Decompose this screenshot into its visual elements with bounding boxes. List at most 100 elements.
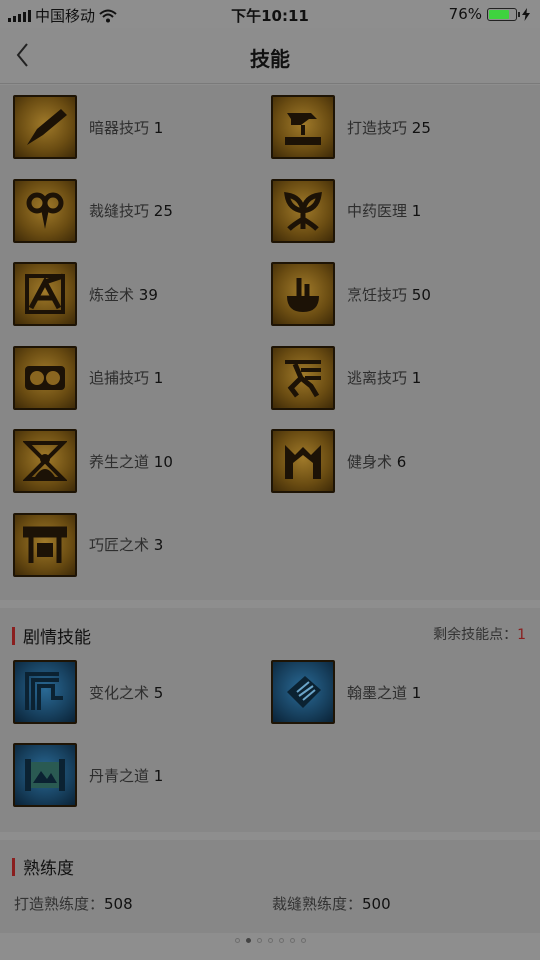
smithing-proficiency: 打造熟练度：508 <box>14 893 133 914</box>
battery-icon <box>487 7 520 21</box>
status-right: 76% <box>449 5 530 23</box>
book-icon <box>271 660 335 724</box>
skill-level: 3 <box>153 536 164 554</box>
section-accent-bar <box>12 857 15 876</box>
skill-name: 丹青之道 <box>89 766 150 785</box>
skill-name: 追捕技巧 <box>89 369 150 387</box>
skill-label: 炼金术 39 <box>89 284 158 305</box>
workbench-icon <box>13 512 77 577</box>
page-dot[interactable] <box>289 938 295 943</box>
battery-percent: 76% <box>448 5 482 23</box>
skill-level: 6 <box>396 452 407 471</box>
skill-label: 暗器技巧 1 <box>89 117 163 138</box>
proficiency-title: 熟练度 <box>23 859 74 879</box>
skill-label: 打造技巧 25 <box>347 117 431 138</box>
skill-name: 巧匠之术 <box>89 536 150 554</box>
page-dot[interactable] <box>256 938 262 943</box>
skill-item[interactable]: 打造技巧 25 <box>271 95 431 159</box>
proficiency-value: 508 <box>104 895 133 913</box>
remaining-points-value: 1 <box>517 627 526 643</box>
story-section-title: 剧情技能 <box>23 628 91 648</box>
skill-name: 逃离技巧 <box>347 369 408 387</box>
skill-item[interactable]: 追捕技巧 1 <box>13 345 163 410</box>
remaining-points-label: 剩余技能点： <box>433 627 518 643</box>
skill-item[interactable]: 裁缝技巧 25 <box>13 178 173 243</box>
skill-label: 裁缝技巧 25 <box>89 200 173 221</box>
skill-level: 1 <box>411 683 422 702</box>
skill-item[interactable]: 翰墨之道 1 <box>271 660 421 724</box>
skill-level: 1 <box>411 202 422 220</box>
alchemy-icon <box>13 262 77 326</box>
proficiency-label: 裁缝熟练度： <box>272 895 363 913</box>
section-accent-bar <box>12 626 15 645</box>
story-skills-panel: 剧情技能 剩余技能点：1 变化之术 5 翰墨之道 1 丹青之道 1 <box>0 608 540 832</box>
skill-name: 暗器技巧 <box>89 118 150 137</box>
skill-name: 裁缝技巧 <box>89 202 150 220</box>
skill-label: 追捕技巧 1 <box>89 367 163 388</box>
proficiency-value: 500 <box>362 895 391 913</box>
skill-name: 变化之术 <box>89 683 150 702</box>
skill-item[interactable]: 变化之术 5 <box>13 660 163 724</box>
proficiency-panel: 熟练度 打造熟练度：508 裁缝熟练度：500 <box>0 840 540 933</box>
herb-icon <box>271 178 335 243</box>
skill-item[interactable]: 巧匠之术 3 <box>13 512 163 577</box>
skill-name: 养生之道 <box>89 452 150 471</box>
skill-item[interactable]: 丹青之道 1 <box>13 743 163 807</box>
skill-level: 25 <box>153 202 173 220</box>
tailoring-proficiency: 裁缝熟练度：500 <box>272 893 391 914</box>
skill-item[interactable]: 炼金术 39 <box>13 262 158 326</box>
skill-item[interactable]: 养生之道 10 <box>13 429 173 493</box>
skill-label: 养生之道 10 <box>89 451 173 472</box>
skill-item[interactable]: 烹饪技巧 50 <box>271 262 431 326</box>
skill-level: 1 <box>411 369 422 387</box>
transform-icon <box>13 660 77 724</box>
skill-label: 烹饪技巧 50 <box>347 284 431 305</box>
page-dot[interactable] <box>300 938 306 943</box>
skill-level: 1 <box>153 766 164 785</box>
skill-level: 39 <box>138 285 158 304</box>
scroll-painting-icon <box>13 743 77 807</box>
meditation-icon <box>13 429 77 493</box>
page-dot[interactable] <box>245 938 251 943</box>
running-man-icon <box>271 345 335 410</box>
story-section-header: 剧情技能 <box>12 623 91 648</box>
skill-label: 丹青之道 1 <box>89 765 163 786</box>
page-dot[interactable] <box>267 938 273 943</box>
nav-bar: 技能 <box>0 28 540 84</box>
skill-item[interactable]: 逃离技巧 1 <box>271 345 421 410</box>
skills-panel: 暗器技巧 1 打造技巧 25 裁缝技巧 25 中药医理 1 炼金术 39 烹饪技巧 50 追… <box>0 85 540 600</box>
skill-level: 10 <box>153 452 173 471</box>
skill-level: 25 <box>411 118 431 137</box>
page-dot[interactable] <box>278 938 284 943</box>
skill-name: 打造技巧 <box>347 118 408 137</box>
scissors-icon <box>13 178 77 243</box>
skill-item[interactable]: 健身术 6 <box>271 429 406 493</box>
remaining-points: 剩余技能点：1 <box>433 624 526 644</box>
skill-name: 炼金术 <box>89 285 135 304</box>
page-title: 技能 <box>250 47 290 71</box>
status-bar: 中国移动 下午10:11 76% <box>0 0 540 28</box>
skill-level: 1 <box>153 369 164 387</box>
page-dot[interactable] <box>234 938 240 943</box>
skill-label: 巧匠之术 3 <box>89 534 163 555</box>
skill-level: 50 <box>411 285 431 304</box>
hammer-icon <box>271 95 335 159</box>
skill-name: 中药医理 <box>347 202 408 220</box>
skill-name: 翰墨之道 <box>347 683 408 702</box>
proficiency-header: 熟练度 <box>12 854 74 879</box>
skill-name: 健身术 <box>347 452 393 471</box>
proficiency-label: 打造熟练度： <box>14 895 105 913</box>
page-indicator <box>0 938 540 943</box>
skill-item[interactable]: 中药医理 1 <box>271 178 421 243</box>
skill-label: 中药医理 1 <box>347 200 421 221</box>
skill-name: 烹饪技巧 <box>347 285 408 304</box>
charging-bolt-icon <box>522 7 530 21</box>
skill-level: 1 <box>153 118 164 137</box>
skill-label: 翰墨之道 1 <box>347 682 421 703</box>
skill-level: 5 <box>153 683 164 702</box>
skill-item[interactable]: 暗器技巧 1 <box>13 95 163 159</box>
skill-label: 变化之术 5 <box>89 682 163 703</box>
skill-label: 逃离技巧 1 <box>347 367 421 388</box>
battery-fill <box>489 9 509 19</box>
fitness-icon <box>271 429 335 493</box>
